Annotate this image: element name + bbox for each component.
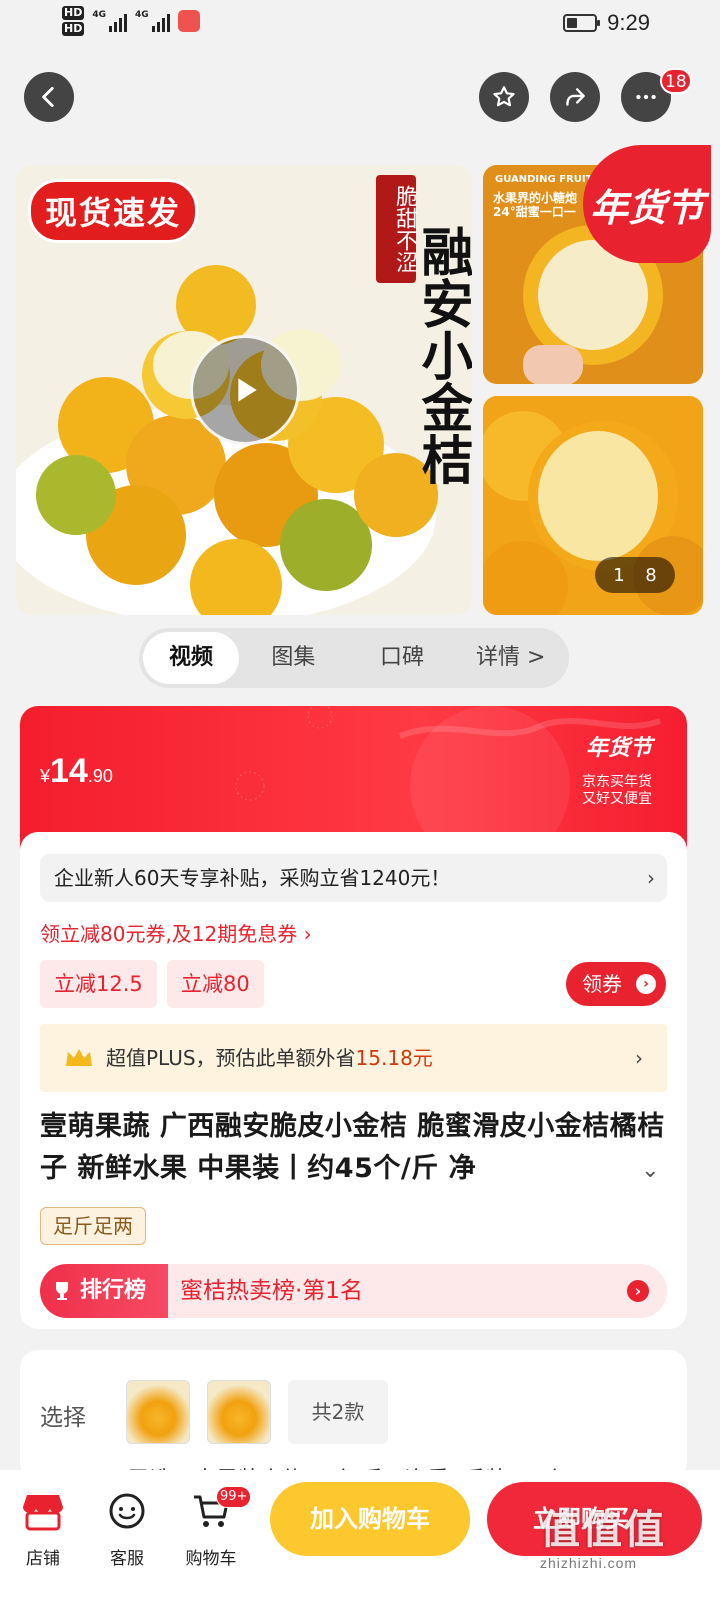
enterprise-subsidy-notice[interactable]: 企业新人60天专享补贴，采购立省1240元！ ›	[40, 854, 667, 902]
cart-label: 购物车	[185, 1549, 237, 1569]
notice-text: 企业新人60天专享补贴，采购立省1240元！	[54, 866, 451, 890]
share-button[interactable]	[550, 72, 600, 122]
more-count-badge: 18	[660, 68, 692, 94]
price-integer: 14	[50, 752, 88, 790]
plus-savings-bar[interactable]: 超值PLUS，预估此单额外省15.18元 ›	[40, 1024, 667, 1092]
festival-logo: 年货节	[585, 736, 652, 761]
hd2-label: HD	[62, 22, 85, 36]
ranking-label: 排行榜	[40, 1264, 168, 1318]
battery-icon	[563, 14, 601, 32]
play-video-button[interactable]	[190, 335, 300, 445]
get-coupon-label: 领券	[582, 972, 622, 996]
tab-details[interactable]: 详情 >	[456, 632, 565, 684]
watermark-logo: 值值值	[540, 1508, 666, 1552]
discount-chip-1[interactable]: 立减12.5	[40, 960, 157, 1008]
cart-button[interactable]: 购物车 99+	[176, 1486, 252, 1569]
plus-text: 超值PLUS，预估此单额外省	[106, 1046, 356, 1070]
watermark-url: zhizhizhi.com	[540, 1555, 638, 1571]
festival-corner-badge[interactable]: 年货节	[583, 145, 711, 263]
product-info-card: 企业新人60天专享补贴，采购立省1240元！ › 领立减80元券,及12期免息券…	[20, 832, 687, 1329]
shop-button[interactable]: 店铺	[8, 1488, 78, 1569]
clock: 9:29	[607, 10, 650, 35]
page-total: 8	[645, 564, 657, 586]
watermark: 值值值 zhizhizhi.com	[540, 1497, 666, 1571]
chat-smile-icon	[109, 1493, 145, 1529]
select-label: 选择	[40, 1405, 86, 1431]
arrow-right-circle-icon: ›	[636, 974, 656, 994]
signal-1-icon: 4G	[92, 10, 127, 32]
service-label: 客服	[110, 1549, 144, 1569]
crown-icon	[66, 1049, 92, 1066]
cart-count-badge: 99+	[216, 1486, 252, 1508]
star-icon	[493, 86, 515, 107]
price-banner: ¥14.90 年货节 京东买年货 又好又便宜	[20, 706, 687, 851]
ranking-text: 蜜桔热卖榜·第1名	[180, 1278, 363, 1304]
back-button[interactable]	[24, 72, 74, 122]
hd1-label: HD	[62, 6, 85, 20]
chevron-right-icon: ›	[647, 866, 655, 890]
product-title[interactable]: 壹萌果蔬 广西融安脆皮小金桔 脆蜜滑皮小金桔橘桔子 新鲜水果 中果装丨约45个/…	[40, 1106, 670, 1190]
discount-chip-2[interactable]: 立减80	[167, 960, 264, 1008]
ranking-bar[interactable]: 排行榜 蜜桔热卖榜·第1名 ›	[40, 1264, 667, 1318]
festival-line1: 京东买年货	[582, 774, 652, 790]
share-icon	[566, 88, 585, 106]
status-bar: HD HD 4G 4G 9:29	[0, 0, 720, 50]
get-coupon-button[interactable]: 领券 ›	[566, 962, 666, 1006]
app-notification-icon	[177, 10, 200, 32]
status-left: HD HD 4G 4G	[62, 6, 200, 36]
status-right: 9:29	[563, 10, 650, 36]
variant-thumb-2[interactable]	[207, 1380, 271, 1444]
trophy-icon	[56, 1282, 68, 1300]
main-product-image[interactable]: 现货速发 脆甜不涩 融安小金桔	[16, 165, 472, 615]
variant-select-card[interactable]: 选择 共2款 已选：中果装丨约45个/斤，净重5斤装，1个	[20, 1350, 687, 1480]
tab-gallery[interactable]: 图集	[239, 632, 348, 684]
festival-slogan: 京东买年货 又好又便宜	[562, 774, 672, 808]
hd-indicators: HD HD	[62, 6, 85, 36]
product-price: ¥14.90	[40, 752, 113, 791]
side1-header: GUANDING FRUIT	[495, 174, 593, 185]
page-current: 1	[613, 564, 625, 586]
tagline-vertical: 脆甜不涩	[376, 175, 417, 283]
plus-amount: 15.18元	[355, 1046, 433, 1070]
in-stock-tag: 现货速发	[28, 179, 199, 243]
shop-icon	[23, 1495, 63, 1531]
price-decimal: .90	[87, 766, 113, 786]
coupon-link[interactable]: 领立减80元券,及12期免息券 ›	[40, 918, 312, 947]
gallery-page-indicator: 1 8	[595, 557, 675, 593]
tab-video[interactable]: 视频	[143, 632, 239, 684]
festival-line2: 又好又便宜	[582, 791, 652, 807]
favorite-button[interactable]	[479, 72, 529, 122]
price-currency: ¥	[40, 766, 51, 786]
full-weight-tag: 足斤足两	[40, 1207, 146, 1245]
more-dots-icon	[636, 94, 656, 100]
signal-2-icon: 4G	[135, 10, 170, 32]
play-icon	[238, 378, 257, 402]
arrow-right-circle-icon: ›	[627, 1280, 649, 1302]
product-title-text: 壹萌果蔬 广西融安脆皮小金桔 脆蜜滑皮小金桔橘桔子 新鲜水果 中果装丨约45个/…	[40, 1111, 665, 1184]
ranking-label-text: 排行榜	[80, 1278, 147, 1303]
add-to-cart-button[interactable]: 加入购物车	[270, 1482, 470, 1556]
product-name-vertical: 融安小金桔	[412, 225, 472, 485]
shop-label: 店铺	[26, 1549, 60, 1569]
variant-count[interactable]: 共2款	[288, 1380, 388, 1444]
back-arrow-icon	[42, 86, 54, 108]
media-tabs: 视频 图集 口碑 详情 >	[139, 628, 569, 688]
expand-title-icon[interactable]: ⌄	[641, 1150, 660, 1192]
tab-reviews[interactable]: 口碑	[348, 632, 457, 684]
chevron-right-icon: ›	[635, 1046, 643, 1070]
variant-thumb-1[interactable]	[126, 1380, 190, 1444]
customer-service-button[interactable]: 客服	[92, 1488, 162, 1569]
